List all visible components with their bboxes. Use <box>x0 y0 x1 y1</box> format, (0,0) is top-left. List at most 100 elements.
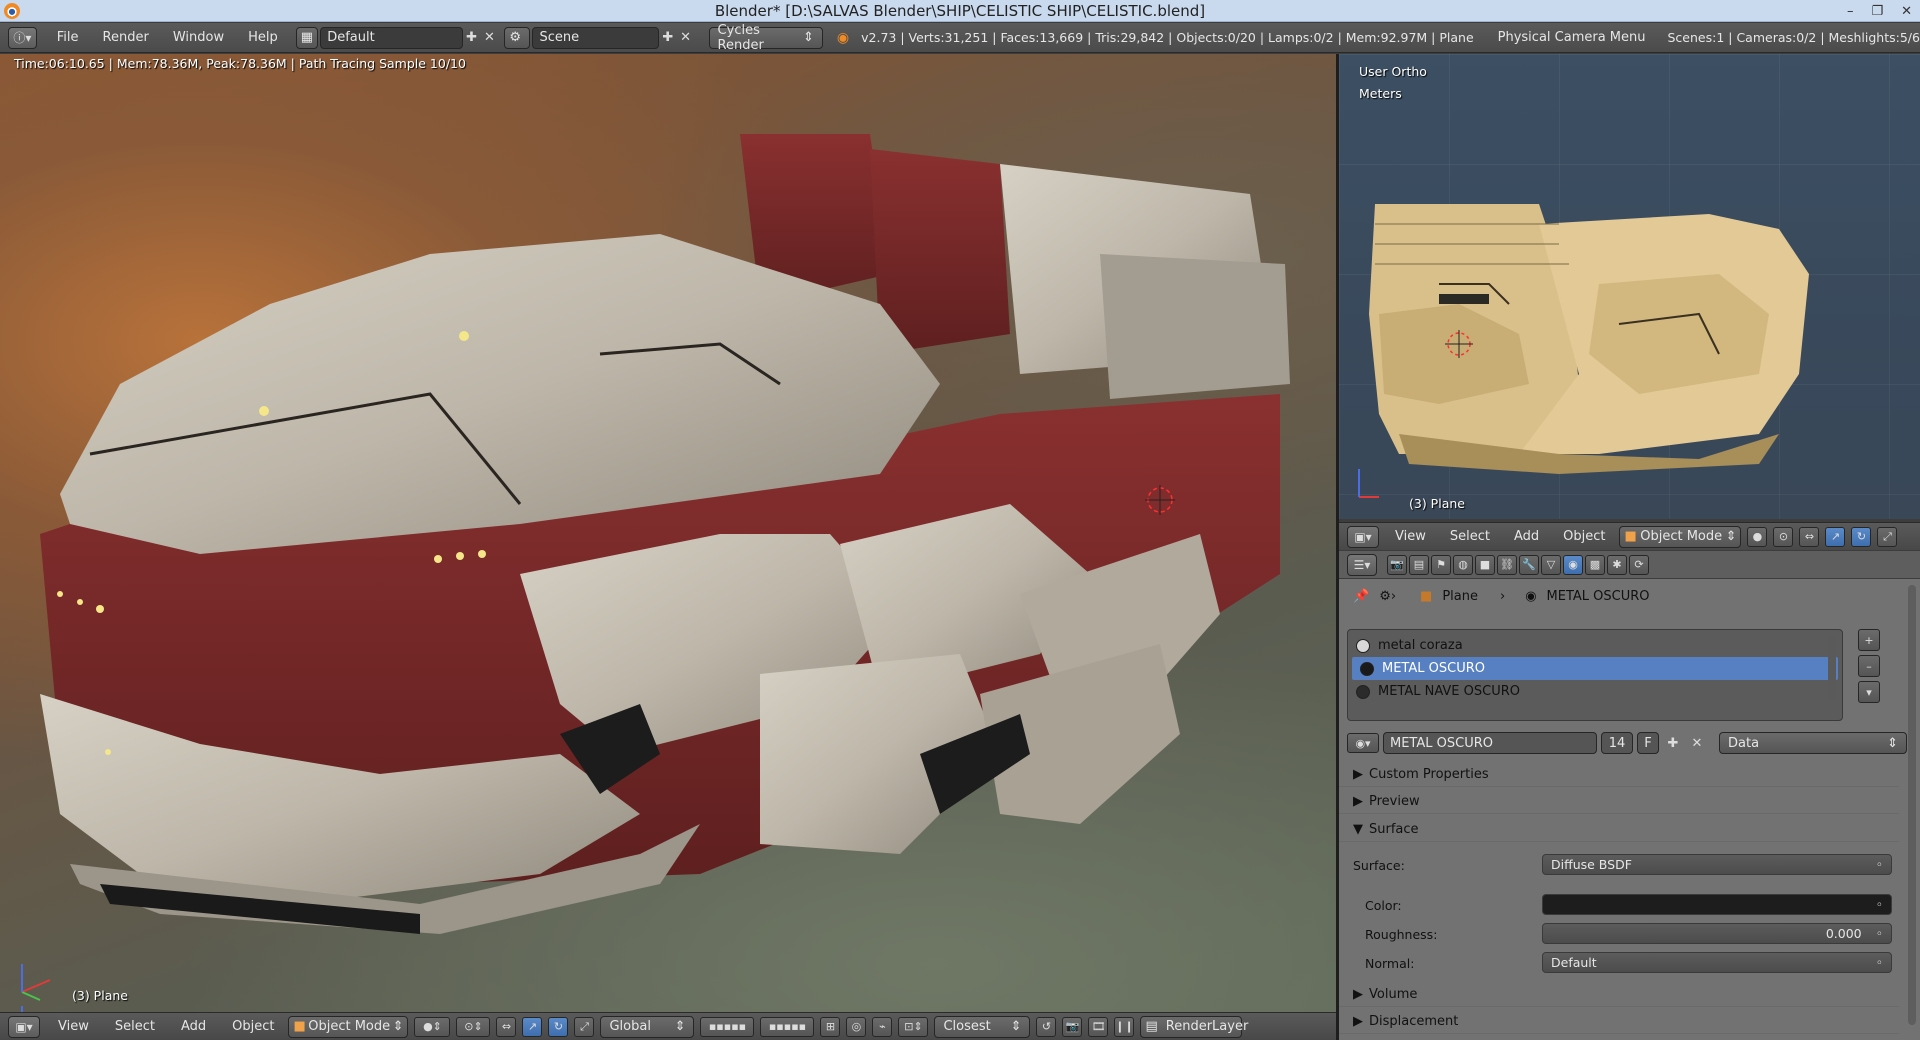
material-browse-icon[interactable]: ◉▾ <box>1347 733 1379 753</box>
minimize-button[interactable]: – <box>1847 4 1854 19</box>
layers-grid-b[interactable]: ▪▪▪▪▪ <box>760 1016 815 1037</box>
slot-list-scrollbar[interactable] <box>1828 634 1836 702</box>
translate-icon[interactable]: ↗ <box>1825 526 1846 547</box>
layout-selector[interactable]: Default <box>320 26 463 49</box>
menu-file[interactable]: File <box>45 30 91 45</box>
add-slot-icon[interactable]: + <box>1858 629 1880 651</box>
snap-align-icon[interactable]: ↺ <box>1036 1016 1057 1037</box>
viewport-shading-icon[interactable]: ● <box>1747 526 1768 547</box>
add-scene-icon[interactable]: ✚ <box>659 28 677 48</box>
editor-type-info-icon[interactable]: ⓘ▾ <box>8 26 37 49</box>
viewport-shading-icon[interactable]: ●⇕ <box>414 1016 451 1037</box>
context-icon: ⚙› <box>1379 588 1397 604</box>
mode-dropdown[interactable]: ■ Object Mode ⇕ <box>288 1015 409 1038</box>
new-material-icon[interactable]: ✚ <box>1663 733 1683 753</box>
lock-to-scene-icon[interactable]: ⊞ <box>820 1016 841 1037</box>
menu-select[interactable]: Select <box>115 1019 155 1034</box>
slot-specials-icon[interactable]: ▾ <box>1858 681 1880 703</box>
pivot-icon[interactable]: ⊙ <box>1773 526 1794 547</box>
modifiers-tab-icon[interactable]: 🔧 <box>1519 554 1539 575</box>
rv-menu-view[interactable]: View <box>1395 529 1426 544</box>
render-layers-tab-icon[interactable]: ▤ <box>1409 554 1429 575</box>
rv-menu-object[interactable]: Object <box>1563 529 1605 544</box>
proportional-edit-icon[interactable]: ◎ <box>846 1016 867 1037</box>
orientation-dropdown[interactable]: Global ⇕ <box>600 1015 695 1038</box>
editor-type-3dview-icon[interactable]: ▣▾ <box>8 1015 40 1038</box>
menu-object[interactable]: Object <box>232 1019 274 1034</box>
physical-camera-menu[interactable]: Physical Camera Menu <box>1498 30 1646 45</box>
manipulator-toggle-icon[interactable]: ⇔ <box>496 1016 517 1037</box>
editor-type-properties-icon[interactable]: ☰▾ <box>1347 553 1377 576</box>
remove-slot-icon[interactable]: – <box>1858 655 1880 677</box>
rv-mode-dropdown[interactable]: ■ Object Mode ⇕ <box>1619 525 1742 548</box>
main-3d-viewport[interactable]: Time:06:10.65 | Mem:78.36M, Peak:78.36M … <box>0 54 1336 1012</box>
scene-icon[interactable]: ⚙ <box>504 26 531 49</box>
rotate-manipulator-icon[interactable]: ↻ <box>548 1016 569 1037</box>
snap-element-icon[interactable]: ⊡⇕ <box>898 1016 929 1037</box>
constraints-tab-icon[interactable]: ⛓ <box>1497 554 1517 575</box>
add-layout-icon[interactable]: ✚ <box>463 28 481 48</box>
layers-grid-a[interactable]: ▪▪▪▪▪ <box>700 1016 755 1037</box>
menu-render[interactable]: Render <box>91 30 161 45</box>
material-tab-icon[interactable]: ◉ <box>1563 554 1583 575</box>
editor-type-3dview-icon[interactable]: ▣▾ <box>1347 525 1379 548</box>
pause-icon[interactable]: ❙❙ <box>1114 1016 1135 1037</box>
physics-tab-icon[interactable]: ⟳ <box>1629 554 1649 575</box>
rv-menu-add[interactable]: Add <box>1514 529 1539 544</box>
render-animation-icon[interactable]: 🎞 <box>1088 1016 1109 1037</box>
material-slot-list[interactable]: metal coraza METAL OSCURO METAL NAVE OSC… <box>1347 629 1843 721</box>
normal-field[interactable]: Default ◦ <box>1542 952 1892 973</box>
properties-scrollbar[interactable] <box>1908 585 1916 1025</box>
scene-selector[interactable]: Scene <box>532 26 659 49</box>
material-ball-icon <box>1360 661 1374 676</box>
panel-preview[interactable]: ▶ Preview <box>1339 790 1899 814</box>
material-slot[interactable]: METAL NAVE OSCURO <box>1348 680 1842 703</box>
pivot-point-icon[interactable]: ⊙⇕ <box>456 1016 491 1037</box>
material-slot[interactable]: metal coraza <box>1348 634 1842 657</box>
rv-menu-select[interactable]: Select <box>1450 529 1490 544</box>
surface-shader-field[interactable]: Diffuse BSDF ◦ <box>1542 854 1892 875</box>
rotate-icon[interactable]: ↻ <box>1851 526 1872 547</box>
particles-tab-icon[interactable]: ✱ <box>1607 554 1627 575</box>
snap-toggle-icon[interactable]: ⌁ <box>872 1016 893 1037</box>
world-tab-icon[interactable]: ◍ <box>1453 554 1473 575</box>
remove-layout-icon[interactable]: ✕ <box>481 28 499 48</box>
roughness-slider[interactable]: 0.000 ◦ <box>1542 923 1892 944</box>
pin-icon[interactable]: 📌 <box>1353 589 1369 604</box>
restore-button[interactable]: ❐ <box>1871 4 1883 19</box>
color-swatch[interactable]: ◦ <box>1542 894 1892 915</box>
render-tab-icon[interactable]: 📷 <box>1387 554 1407 575</box>
fake-user-button[interactable]: F <box>1637 732 1659 754</box>
menu-add[interactable]: Add <box>181 1019 206 1034</box>
ortho-3d-viewport[interactable]: User Ortho Meters (3) Plane <box>1339 54 1920 519</box>
texture-tab-icon[interactable]: ▩ <box>1585 554 1605 575</box>
data-tab-icon[interactable]: ▽ <box>1541 554 1561 575</box>
panel-displacement[interactable]: ▶ Displacement <box>1339 1010 1899 1034</box>
roughness-value: 0.000 <box>1825 926 1862 941</box>
render-engine-dropdown[interactable]: Cycles Render ⇕ <box>708 23 823 53</box>
menu-view[interactable]: View <box>58 1019 89 1034</box>
layout-grid-icon[interactable]: ▦ <box>295 26 319 49</box>
render-image-icon[interactable]: 📷 <box>1062 1016 1083 1037</box>
panel-custom-properties[interactable]: ▶ Custom Properties <box>1339 763 1899 787</box>
render-layer-field[interactable]: ▤ RenderLayer <box>1140 1015 1248 1038</box>
link-dropdown[interactable]: Data ⇕ <box>1719 732 1907 754</box>
material-name-field[interactable]: METAL OSCURO <box>1383 732 1597 754</box>
manipulator-icon[interactable]: ⇔ <box>1799 526 1820 547</box>
snap-target-dropdown[interactable]: Closest ⇕ <box>934 1015 1031 1038</box>
panel-surface[interactable]: ▼ Surface <box>1339 818 1899 842</box>
material-users-count[interactable]: 14 <box>1601 732 1633 754</box>
menu-help[interactable]: Help <box>236 30 290 45</box>
translate-manipulator-icon[interactable]: ↗ <box>522 1016 543 1037</box>
menu-window[interactable]: Window <box>161 30 236 45</box>
scene-tab-icon[interactable]: ⚑ <box>1431 554 1451 575</box>
scale-icon[interactable]: ⤢ <box>1877 526 1898 547</box>
close-button[interactable]: ✕ <box>1901 4 1912 19</box>
material-slot-name: metal coraza <box>1378 638 1463 653</box>
material-slot-active[interactable]: METAL OSCURO <box>1352 657 1838 680</box>
panel-volume[interactable]: ▶ Volume <box>1339 983 1899 1007</box>
scale-manipulator-icon[interactable]: ⤢ <box>574 1016 595 1037</box>
remove-scene-icon[interactable]: ✕ <box>677 28 695 48</box>
unlink-material-icon[interactable]: ✕ <box>1687 733 1707 753</box>
object-tab-icon[interactable]: ■ <box>1475 554 1495 575</box>
